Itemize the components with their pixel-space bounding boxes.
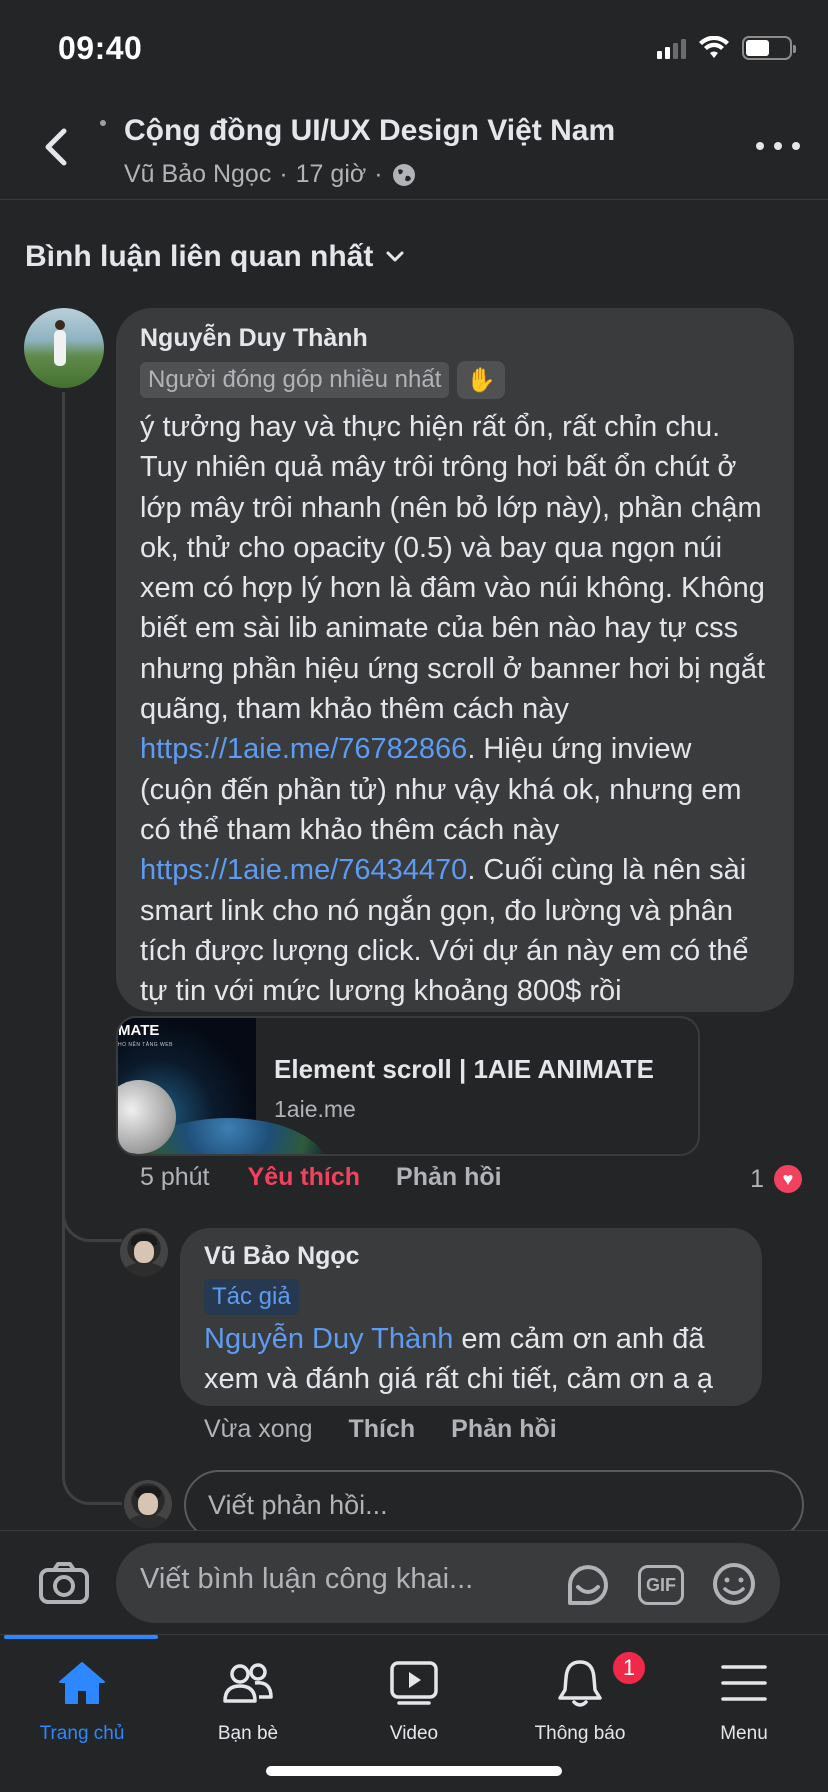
comment-link[interactable]: https://1aie.me/76434470 [140,854,467,886]
tab-label: Thông báo [534,1723,626,1744]
tab-video[interactable]: Video [354,1657,474,1745]
home-icon [59,1662,105,1704]
meta-separator: · [279,160,288,188]
globe-icon [392,163,415,186]
avatar [124,1480,172,1528]
link-preview-card[interactable]: MATE HO NÊN TẢNG WEB Element scroll | 1A… [116,1016,700,1156]
thread-connector [62,1445,122,1505]
status-time: 09:40 [58,30,143,66]
comment-author[interactable]: Nguyễn Duy Thành [140,324,770,353]
author-badge: Tác giả [204,1279,299,1315]
emoji-button[interactable] [710,1561,758,1607]
comment-composer-bar: Viết bình luận công khai... GIF [0,1530,828,1634]
comment-text: ý tưởng hay và thực hiện rất ổn, rất chỉ… [140,407,770,1011]
tab-label: Bạn bè [217,1723,279,1744]
write-reply-placeholder: Viết phản hồi... [208,1489,388,1520]
comment-text-part: ý tưởng hay và thực hiện rất ổn, rất chỉ… [140,411,766,726]
reaction-summary[interactable]: 1 ♥ [750,1163,804,1195]
sort-label: Bình luận liên quan nhất [25,240,374,273]
thread-connector [62,1180,122,1242]
reply-text: Nguyễn Duy Thành em cảm ơn anh đã xem và… [204,1319,738,1399]
friends-icon [223,1663,273,1703]
menu-icon [721,1665,767,1701]
top-contributor-badge: Người đóng góp nhiều nhất [140,362,450,398]
post-header: Cộng đồng UI/UX Design Việt Nam Vũ Bảo N… [0,100,828,200]
more-options-button[interactable] [756,136,800,156]
reply-actions: Vừa xong Thích Phản hồi [204,1415,557,1444]
post-author[interactable]: Vũ Bảo Ngọc [124,160,271,189]
video-icon [390,1661,438,1705]
tab-menu[interactable]: Menu [684,1657,804,1745]
group-name[interactable]: Cộng đồng UI/UX Design Việt Nam [124,114,615,148]
love-button[interactable]: Yêu thích [248,1163,361,1192]
thumbnail-subtitle: HO NÊN TẢNG WEB [118,1042,173,1048]
post-meta: Vũ Bảo Ngọc · 17 giờ · [124,160,417,189]
active-tab-indicator [4,1635,158,1639]
signal-icon [657,37,686,59]
sticker-button[interactable] [564,1561,612,1607]
bell-icon [558,1660,602,1707]
gif-icon: GIF [646,1574,676,1595]
comment-bubble: Nguyễn Duy Thành Người đóng góp nhiều nh… [116,308,794,1012]
mention-link[interactable]: Nguyễn Duy Thành [204,1323,453,1355]
comment-sort-dropdown[interactable]: Bình luận liên quan nhất [25,240,405,274]
battery-icon [742,36,796,60]
tab-friends[interactable]: Bạn bè [188,1657,308,1745]
camera-icon [39,1562,89,1604]
tab-label: Trang chủ [39,1723,125,1744]
emoji-icon [713,1563,755,1605]
comment-link[interactable]: https://1aie.me/76782866 [140,733,467,765]
home-indicator [266,1766,562,1776]
gif-button[interactable]: GIF [638,1565,684,1605]
thumbnail-title: MATE [118,1022,160,1039]
tab-notifications[interactable]: 1 Thông báo [520,1649,648,1745]
sticker-icon [568,1565,608,1605]
comment-input-placeholder: Viết bình luận công khai... [140,1563,474,1595]
camera-button[interactable] [38,1561,90,1605]
notification-count-badge: 1 [610,1649,648,1687]
comment-time: 5 phút [140,1163,210,1191]
chevron-left-icon [45,128,67,166]
reply-time: Vừa xong [204,1415,313,1443]
avatar[interactable] [24,308,104,388]
tab-home[interactable]: Trang chủ [22,1657,142,1745]
comment-actions: 5 phút Yêu thích Phản hồi [140,1163,502,1192]
reply-button[interactable]: Phản hồi [451,1415,557,1444]
link-preview-domain: 1aie.me [274,1096,356,1122]
wave-hand-icon: ✋ [457,361,506,399]
status-bar: 09:40 [0,0,828,100]
badge-row: Người đóng góp nhiều nhất ✋ [140,361,770,399]
meta-separator: · [374,160,383,188]
link-preview-title: Element scroll | 1AIE ANIMATE [274,1054,655,1084]
heart-icon: ♥ [772,1163,804,1195]
post-time: 17 giờ [295,160,367,188]
thread-line [62,392,65,1452]
group-icon [100,120,106,126]
back-button[interactable] [36,122,76,172]
chevron-down-icon [386,251,404,262]
tab-label: Video [389,1723,439,1744]
wifi-icon [699,36,729,58]
reply-author[interactable]: Vũ Bảo Ngọc [204,1242,738,1271]
avatar[interactable] [120,1228,168,1276]
comment-input[interactable]: Viết bình luận công khai... GIF [116,1543,780,1623]
reaction-count: 1 [750,1164,764,1193]
reply-button[interactable]: Phản hồi [396,1163,502,1192]
like-button[interactable]: Thích [348,1415,415,1444]
status-icons [657,36,796,60]
tab-label: Menu [720,1723,768,1744]
reply-bubble: Vũ Bảo Ngọc Tác giả Nguyễn Duy Thành em … [180,1228,762,1406]
link-preview-thumbnail: MATE HO NÊN TẢNG WEB [118,1018,328,1154]
